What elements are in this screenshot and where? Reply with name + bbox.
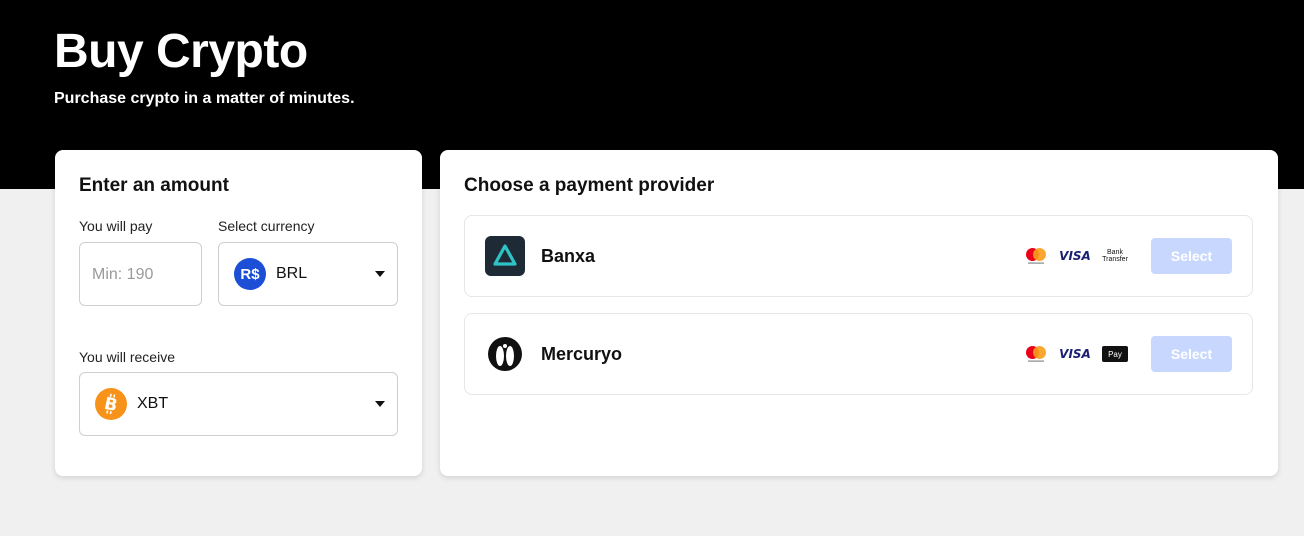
pay-amount-placeholder: Min: 190 (92, 266, 154, 283)
page-subtitle: Purchase crypto in a matter of minutes. (54, 90, 355, 107)
provider-row-banxa: Banxa VISA Bank Transfer Select (464, 215, 1253, 297)
provider-name: Banxa (541, 246, 596, 266)
provider-row-mercuryo: Mercuryo VISA Pay Select (464, 313, 1253, 395)
caret-down-icon (375, 271, 385, 277)
amount-card-title: Enter an amount (79, 175, 229, 196)
currency-label: Select currency (218, 218, 315, 234)
provider-card-title: Choose a payment provider (464, 175, 715, 196)
bank-transfer-icon: Bank Transfer (1102, 249, 1128, 263)
receive-crypto-select[interactable]: B XBT (79, 372, 398, 436)
select-mercuryo-button[interactable]: Select (1151, 336, 1232, 372)
visa-icon: VISA (1059, 347, 1091, 361)
pay-amount-input[interactable]: Min: 190 (79, 242, 202, 306)
caret-down-icon (375, 401, 385, 407)
apple-pay-label: Pay (1108, 349, 1122, 359)
apple-pay-icon: Pay (1102, 346, 1128, 362)
currency-select[interactable]: R$ BRL (218, 242, 398, 306)
mercuryo-logo (485, 334, 525, 374)
page-title: Buy Crypto (54, 25, 308, 78)
amount-card: Enter an amount You will pay Min: 190 Se… (55, 150, 422, 476)
currency-value: BRL (276, 265, 308, 282)
provider-card: Choose a payment provider Banxa VISA Ban… (440, 150, 1278, 476)
mastercard-icon (1023, 246, 1049, 266)
visa-icon: VISA (1059, 249, 1091, 263)
brl-coin-icon: R$ (234, 258, 266, 290)
banxa-logo (485, 236, 525, 276)
pay-label: You will pay (79, 218, 153, 234)
mastercard-icon (1023, 344, 1049, 364)
select-banxa-button[interactable]: Select (1151, 238, 1232, 274)
btc-icon: B (95, 388, 127, 420)
provider-name: Mercuryo (541, 344, 623, 364)
receive-label: You will receive (79, 349, 175, 365)
receive-crypto-value: XBT (137, 395, 169, 412)
